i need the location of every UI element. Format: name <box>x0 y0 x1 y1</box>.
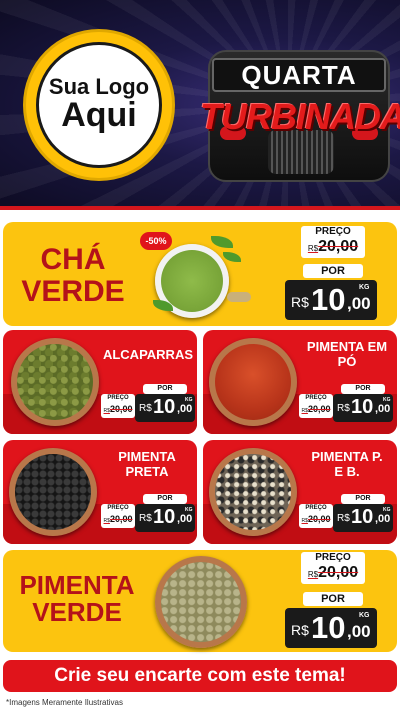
featured-name: PIMENTA VERDE <box>7 570 147 628</box>
price-label: PREÇO <box>107 395 129 401</box>
price-label-box: PREÇO R$20,00 <box>301 226 365 258</box>
price-int: 10 <box>311 282 346 317</box>
logo-line2: Aqui <box>61 96 137 135</box>
product-name-line2: PÓ <box>337 353 357 369</box>
currency: R$ <box>337 403 350 414</box>
new-price-box: R$ 10 ,00 KG <box>285 608 377 648</box>
logo-inner: Sua Logo Aqui <box>36 42 162 168</box>
price-int: 10 <box>153 396 176 418</box>
featured-name-line1: CHÁ <box>40 243 106 276</box>
disclaimer-note: *Imagens Meramente Ilustrativas <box>6 698 123 707</box>
unit: KG <box>185 507 193 513</box>
new-price-box: R$ 10 ,00 KG <box>135 504 195 532</box>
price-label: PREÇO <box>305 505 327 511</box>
product-name: PIMENTA EM PÓ <box>299 339 395 370</box>
header-banner: Sua Logo Aqui QUARTA TURBINADA <box>0 0 400 210</box>
price-label-box: PREÇO R$20,00 <box>101 394 135 418</box>
product-name-line1: PIMENTA <box>118 449 176 464</box>
product-name-line2: PRETA <box>125 463 169 479</box>
new-price-box: R$ 10 ,00 KG <box>135 394 195 422</box>
new-price-box: R$ 10 ,00 KG <box>333 394 393 422</box>
chili-powder-bowl-image <box>209 338 297 426</box>
capers-bowl-image <box>11 338 99 426</box>
por-label: POR <box>143 494 187 504</box>
old-price: R$20,00 <box>301 514 331 524</box>
price-dec: ,00 <box>347 622 371 641</box>
currency: R$ <box>139 403 152 414</box>
price-dec: ,00 <box>347 294 371 313</box>
por-label: POR <box>341 384 385 394</box>
spoon-icon <box>227 292 251 302</box>
cta-button[interactable]: Crie seu encarte com este tema! <box>3 660 397 692</box>
featured-name-line2: VERDE <box>21 274 125 308</box>
featured-pimenta-verde[interactable]: PIMENTA VERDE PREÇO R$20,00 POR R$ 10 ,0… <box>3 550 397 652</box>
product-name: PIMENTA P. E B. <box>299 449 395 480</box>
por-label: POR <box>341 494 385 504</box>
price-label-box: PREÇO R$20,00 <box>299 504 333 528</box>
price-int: 10 <box>351 506 374 528</box>
price-label-box: PREÇO R$20,00 <box>301 552 365 584</box>
product-name: ALCAPARRAS <box>101 347 195 363</box>
logo-badge[interactable]: Sua Logo Aqui <box>26 32 172 178</box>
price-int: 10 <box>153 506 176 528</box>
header-divider <box>0 206 400 210</box>
price-label-box: PREÇO R$20,00 <box>299 394 333 418</box>
currency: R$ <box>291 294 309 310</box>
new-price-box: R$ 10 ,00 KG <box>285 280 377 320</box>
green-pepper-bowl-image <box>155 556 247 648</box>
currency: R$ <box>337 513 350 524</box>
black-pepper-bowl-image <box>9 448 97 536</box>
product-card-pimenta-p-e-b[interactable]: PIMENTA P. E B. PREÇO R$20,00 POR R$ 10 … <box>203 440 397 544</box>
product-card-alcaparras[interactable]: ALCAPARRAS PREÇO R$20,00 POR R$ 10 ,00 K… <box>3 330 197 434</box>
unit: KG <box>185 397 193 403</box>
product-name-line1: ALCAPARRAS <box>102 347 194 362</box>
unit: KG <box>359 612 370 619</box>
logo-line1: Sua Logo <box>48 74 150 100</box>
price-dec: ,00 <box>177 403 193 415</box>
currency: R$ <box>291 622 309 638</box>
currency: R$ <box>139 513 152 524</box>
price-label: PREÇO <box>315 552 351 563</box>
old-price: R$20,00 <box>307 238 359 255</box>
price-dec: ,00 <box>375 513 391 525</box>
featured-name: CHÁ VERDE <box>11 244 135 307</box>
price-label: PREÇO <box>305 395 327 401</box>
old-price: R$20,00 <box>301 404 331 414</box>
product-name-line1: PIMENTA P. <box>311 449 383 464</box>
mixed-pepper-bowl-image <box>209 448 297 536</box>
old-price: R$20,00 <box>103 514 133 524</box>
featured-name-line2: VERDE <box>32 597 122 628</box>
discount-badge: -50% <box>140 232 172 250</box>
old-price: R$20,00 <box>103 404 133 414</box>
new-price-box: R$ 10 ,00 KG <box>333 504 393 532</box>
featured-name-line1: PIMENTA <box>19 570 135 600</box>
leaf-icon <box>211 236 233 248</box>
old-price: R$20,00 <box>307 564 359 581</box>
product-card-pimenta-preta[interactable]: PIMENTA PRETA PREÇO R$20,00 POR R$ 10 ,0… <box>3 440 197 544</box>
price-dec: ,00 <box>375 403 391 415</box>
price-label: PREÇO <box>315 226 351 237</box>
price-dec: ,00 <box>177 513 193 525</box>
title-quarta: QUARTA <box>212 58 386 92</box>
product-name: PIMENTA PRETA <box>99 449 195 480</box>
price-int: 10 <box>351 396 374 418</box>
unit: KG <box>383 507 391 513</box>
product-card-pimenta-em-po[interactable]: PIMENTA EM PÓ PREÇO R$20,00 POR R$ 10 ,0… <box>203 330 397 434</box>
price-label: PREÇO <box>107 505 129 511</box>
featured-cha-verde[interactable]: CHÁ VERDE PREÇO R$20,00 POR R$ 10 ,00 KG <box>3 222 397 326</box>
price-label-box: PREÇO R$20,00 <box>101 504 135 528</box>
product-name-line2: E B. <box>334 463 360 479</box>
product-name-line1: PIMENTA EM <box>306 339 388 354</box>
unit: KG <box>359 284 370 291</box>
price-int: 10 <box>311 610 346 645</box>
title-turbinada: TURBINADA <box>200 96 400 137</box>
unit: KG <box>383 397 391 403</box>
por-label: POR <box>303 592 363 606</box>
leaf-icon <box>223 252 241 262</box>
por-label: POR <box>143 384 187 394</box>
por-label: POR <box>303 264 363 278</box>
